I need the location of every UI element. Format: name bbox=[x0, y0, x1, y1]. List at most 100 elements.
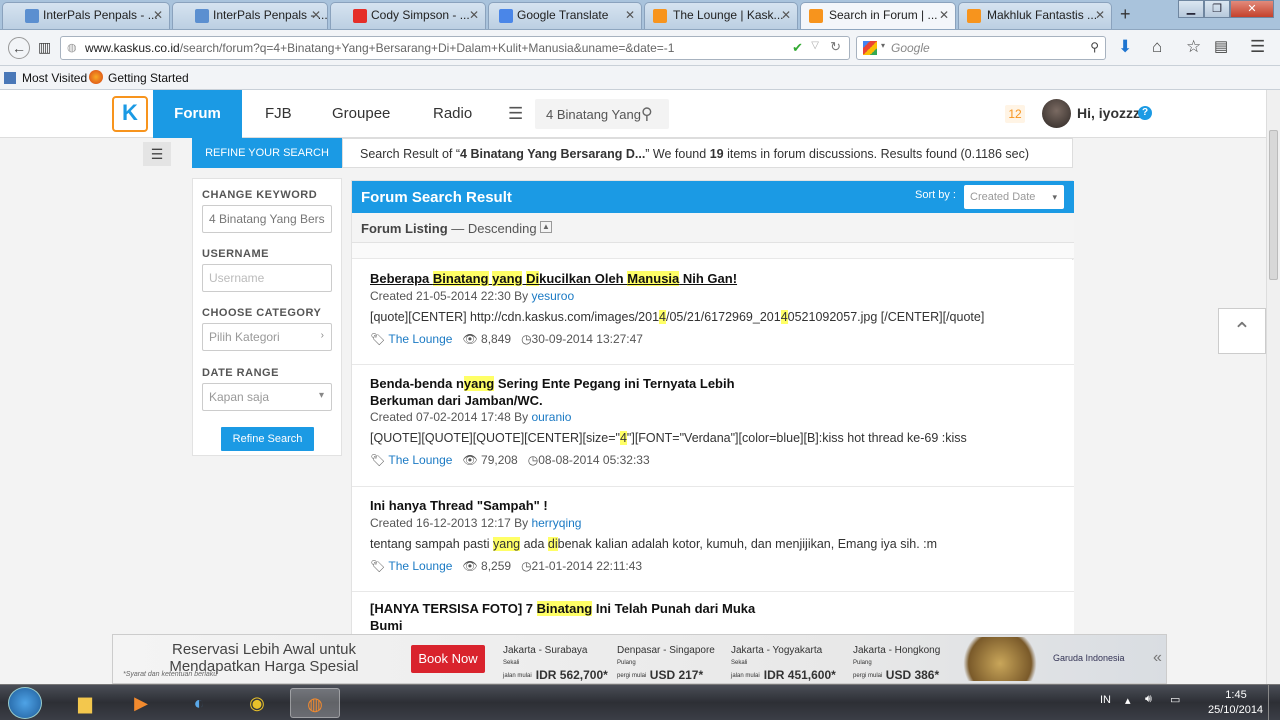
search-icon[interactable]: ⚲ bbox=[1090, 40, 1099, 54]
list-toggle-icon[interactable]: ☰ bbox=[143, 142, 171, 166]
user-greeting[interactable]: Hi, iyozzz bbox=[1077, 105, 1140, 121]
keyword-input[interactable]: 4 Binatang Yang Bers bbox=[202, 205, 332, 233]
ccleaner-icon[interactable]: ◐ bbox=[174, 688, 224, 718]
close-window-icon[interactable]: ✕ bbox=[1230, 0, 1274, 18]
kaskus-icon bbox=[653, 9, 667, 23]
refine-search-tab[interactable]: REFINE YOUR SEARCH bbox=[192, 138, 342, 168]
result-title[interactable]: [HANYA TERSISA FOTO] 7 Binatang Ini Tela… bbox=[370, 600, 755, 634]
bookmarks-list-icon[interactable]: ▤ bbox=[1214, 37, 1228, 55]
snippet-part: tentang sampah pasti bbox=[370, 537, 493, 551]
minimize-icon[interactable]: ▁ bbox=[1178, 0, 1204, 18]
ad-banner[interactable]: Reservasi Lebih Awal untuk Mendapatkan H… bbox=[112, 634, 1167, 684]
kaskus-logo[interactable]: K bbox=[112, 96, 148, 132]
close-icon[interactable]: ✕ bbox=[311, 8, 321, 22]
scroll-to-top-button[interactable]: ⌃ bbox=[1218, 308, 1266, 354]
title-part: Nih Gan! bbox=[679, 271, 738, 286]
browser-search-input[interactable]: ▾ Google ⚲ bbox=[856, 36, 1106, 60]
last-post-date: 08-08-2014 05:32:33 bbox=[538, 453, 650, 467]
home-icon[interactable]: ⌂ bbox=[1152, 37, 1162, 57]
media-player-icon[interactable]: ▶ bbox=[116, 688, 166, 718]
category-link[interactable]: The Lounge bbox=[388, 559, 452, 573]
category-link[interactable]: The Lounge bbox=[388, 332, 452, 346]
snippet-highlight: di bbox=[547, 537, 558, 551]
browser-tab[interactable]: The Lounge | Kask... ✕ bbox=[644, 2, 798, 29]
route-name: Jakarta - Yogyakarta bbox=[731, 645, 823, 656]
avatar[interactable] bbox=[1042, 99, 1071, 128]
show-desktop-button[interactable] bbox=[1268, 685, 1280, 720]
url-path: /search/forum?q=4+Binatang+Yang+Bersaran… bbox=[179, 41, 675, 55]
menu-icon[interactable]: ☰ bbox=[1250, 37, 1265, 57]
scrollbar-thumb[interactable] bbox=[1269, 130, 1278, 280]
close-icon[interactable]: ✕ bbox=[939, 8, 949, 22]
maximize-icon[interactable]: ❐ bbox=[1204, 0, 1230, 18]
nav-groupee[interactable]: Groupee bbox=[332, 105, 390, 122]
tab-title: Google Translate bbox=[517, 8, 609, 22]
chevron-down-icon[interactable]: ▾ bbox=[881, 41, 885, 50]
browser-tab[interactable]: InterPals Penpals - ... ✕ bbox=[172, 2, 328, 29]
ad-terms-note: *Syarat dan ketentuan berlaku bbox=[123, 671, 218, 678]
sort-value: Created Date bbox=[970, 191, 1036, 203]
author-link[interactable]: herryqing bbox=[531, 516, 581, 530]
bookmark-most-visited[interactable]: Most Visited bbox=[22, 71, 87, 85]
author-link[interactable]: yesuroo bbox=[531, 289, 574, 303]
list-menu-icon[interactable]: ☰ bbox=[508, 104, 523, 124]
result-title[interactable]: Benda-benda nyang Sering Ente Pegang ini… bbox=[370, 375, 735, 409]
clock-time[interactable]: 1:45 bbox=[1218, 689, 1254, 701]
date-range-select[interactable]: Kapan saja ▾ bbox=[202, 383, 332, 411]
start-button[interactable] bbox=[8, 687, 42, 719]
close-icon[interactable]: ✕ bbox=[625, 8, 635, 22]
book-now-button[interactable]: Book Now bbox=[411, 645, 485, 673]
clock-date[interactable]: 25/10/2014 bbox=[1208, 704, 1263, 716]
result-title[interactable]: Ini hanya Thread "Sampah" ! bbox=[370, 497, 548, 514]
date-range-value: Kapan saja bbox=[209, 390, 270, 404]
tray-arrow-icon[interactable]: ▴ bbox=[1125, 694, 1131, 707]
language-indicator[interactable]: IN bbox=[1100, 694, 1111, 706]
url-bar[interactable]: ◍ www.kaskus.co.id/search/forum?q=4+Bina… bbox=[60, 36, 850, 60]
nav-radio[interactable]: Radio bbox=[433, 105, 472, 122]
help-icon[interactable]: ? bbox=[1138, 106, 1152, 120]
tab-title: Search in Forum | ... bbox=[829, 8, 938, 22]
grid-icon[interactable]: ▥ bbox=[38, 39, 51, 56]
result-title[interactable]: Beberapa Binatang yang Dikucilkan Oleh M… bbox=[370, 270, 737, 287]
author-link[interactable]: ouranio bbox=[531, 410, 571, 424]
firefox-icon[interactable]: ◍ bbox=[290, 688, 340, 718]
clock-icon: ◷ bbox=[527, 453, 539, 467]
nav-forum[interactable]: Forum bbox=[153, 90, 242, 138]
browser-tab[interactable]: InterPals Penpals - ... ✕ bbox=[2, 2, 170, 29]
file-explorer-icon[interactable]: ▆ bbox=[60, 688, 110, 718]
dropdown-arrow-icon[interactable]: ▽ bbox=[811, 40, 819, 51]
browser-tab[interactable]: Makhluk Fantastis ... ✕ bbox=[958, 2, 1112, 29]
listing-order: — Descending bbox=[447, 221, 537, 236]
envelope-icon bbox=[195, 9, 209, 23]
browser-tab[interactable]: Cody Simpson - ... ✕ bbox=[330, 2, 486, 29]
bookmark-getting-started[interactable]: Getting Started bbox=[108, 71, 189, 85]
browser-tab-active[interactable]: Search in Forum | ... ✕ bbox=[800, 2, 956, 29]
new-tab-icon[interactable]: + bbox=[1120, 4, 1131, 25]
back-icon[interactable]: ← bbox=[8, 37, 30, 59]
close-icon[interactable]: ✕ bbox=[781, 8, 791, 22]
result-footer: 🏷︎ The Lounge 👁︎ 8,849 ◷30-09-2014 13:27… bbox=[370, 332, 643, 346]
reload-icon[interactable]: ↻ bbox=[830, 39, 841, 55]
category-link[interactable]: The Lounge bbox=[388, 453, 452, 467]
page-scrollbar[interactable] bbox=[1266, 90, 1280, 684]
close-icon[interactable]: ✕ bbox=[153, 8, 163, 22]
collapse-icon[interactable]: ▲ bbox=[540, 221, 552, 233]
volume-icon[interactable]: 🔊︎ bbox=[1145, 693, 1152, 706]
network-icon[interactable]: ▭ bbox=[1170, 693, 1180, 706]
chevron-down-icon: ▾ bbox=[1052, 192, 1057, 202]
chrome-icon[interactable]: ◉ bbox=[232, 688, 282, 718]
browser-tab[interactable]: Google Translate ✕ bbox=[488, 2, 642, 29]
nav-fjb[interactable]: FJB bbox=[265, 105, 292, 122]
refine-search-button[interactable]: Refine Search bbox=[221, 427, 314, 451]
close-icon[interactable]: ✕ bbox=[1095, 8, 1105, 22]
sort-select[interactable]: Created Date ▾ bbox=[964, 185, 1064, 209]
bookmark-star-icon[interactable]: ☆ bbox=[1186, 37, 1201, 57]
download-icon[interactable]: ⬇ bbox=[1118, 37, 1132, 57]
chevron-left-icon[interactable]: « bbox=[1153, 649, 1162, 667]
username-input[interactable]: Username bbox=[202, 264, 332, 292]
search-icon[interactable]: ⚲ bbox=[641, 104, 653, 124]
category-select[interactable]: Pilih Kategori › bbox=[202, 323, 332, 351]
close-icon[interactable]: ✕ bbox=[469, 8, 479, 22]
notification-badge[interactable]: 12 bbox=[1005, 105, 1025, 123]
browser-tab-bar: InterPals Penpals - ... ✕ InterPals Penpa… bbox=[0, 0, 1280, 30]
